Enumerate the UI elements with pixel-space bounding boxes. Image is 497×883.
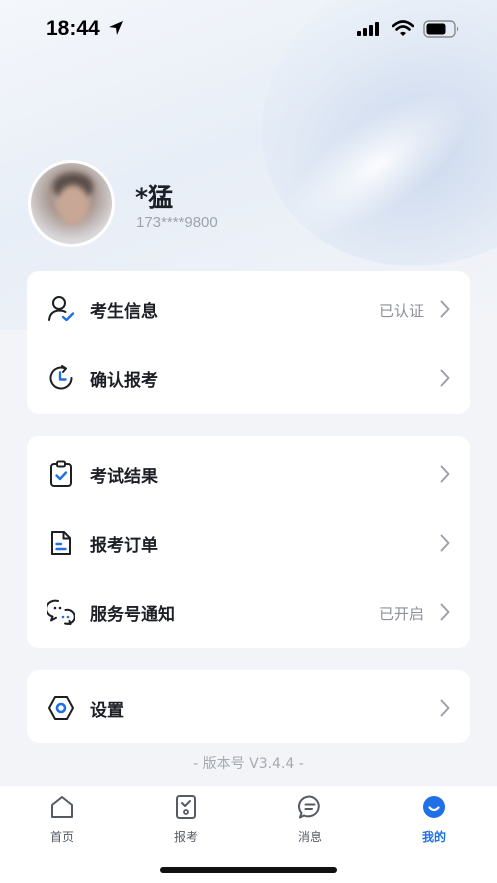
menu-item-label: 考试结果 (90, 467, 158, 487)
tab-label: 消息 (297, 830, 322, 844)
clock-refresh-icon (49, 365, 73, 390)
menu-item-label: 设置 (90, 701, 124, 721)
status-time: 18:44 (46, 17, 100, 40)
status-bar: 18:44 (0, 0, 497, 60)
profile-smile-icon (423, 796, 445, 818)
tab-messages[interactable]: 消息 (260, 794, 360, 854)
status-verified: 已认证 (378, 302, 424, 320)
settings-hexagon-icon (48, 696, 74, 720)
wifi-icon (392, 20, 414, 36)
menu-item-service-notification[interactable]: 服务号通知 已开启 (27, 576, 470, 646)
menu-item-confirm-registration[interactable]: 确认报考 (27, 342, 470, 412)
message-icon (297, 795, 320, 819)
tab-registration[interactable]: 报考 (136, 794, 236, 854)
user-name: *猛 (135, 183, 174, 212)
menu-item-label: 考生信息 (90, 302, 158, 322)
chevron-right-icon (440, 300, 450, 318)
menu-item-settings[interactable]: 设置 (27, 672, 470, 742)
exam-form-icon (176, 795, 196, 819)
menu-item-registration-orders[interactable]: 报考订单 (27, 507, 470, 577)
chevron-right-icon (440, 534, 450, 552)
tab-label: 报考 (173, 830, 198, 844)
chat-bubbles-icon (47, 599, 75, 625)
tab-label: 首页 (49, 830, 74, 844)
chevron-right-icon (440, 369, 450, 387)
document-icon (51, 531, 71, 555)
status-enabled: 已开启 (378, 605, 424, 623)
avatar-image (31, 163, 112, 244)
location-arrow-icon (109, 21, 123, 35)
menu-item-label: 确认报考 (90, 371, 158, 391)
card-account: 考生信息 已认证 确认报考 (27, 271, 470, 414)
chevron-right-icon (440, 465, 450, 483)
tab-home[interactable]: 首页 (12, 794, 112, 854)
home-indicator (160, 867, 337, 873)
battery-icon (423, 20, 459, 38)
tab-label: 我的 (421, 830, 446, 844)
menu-item-label: 报考订单 (90, 536, 158, 556)
tab-profile[interactable]: 我的 (384, 794, 484, 854)
user-check-icon (48, 296, 75, 322)
home-icon (51, 796, 73, 818)
card-settings: 设置 (27, 670, 470, 743)
clipboard-check-icon (50, 460, 72, 487)
user-phone: 173****9800 (136, 214, 218, 231)
version-label: - 版本号 V3.4.4 - (193, 756, 304, 772)
menu-item-label: 服务号通知 (90, 605, 175, 625)
chevron-right-icon (440, 603, 450, 621)
card-exam: 考试结果 报考订单 服务号通知 已开启 (27, 436, 470, 648)
cellular-signal-icon (357, 22, 379, 36)
menu-item-exam-results[interactable]: 考试结果 (27, 438, 470, 508)
menu-item-candidate-info[interactable]: 考生信息 已认证 (27, 273, 470, 343)
chevron-right-icon (440, 699, 450, 717)
avatar[interactable] (28, 160, 115, 247)
